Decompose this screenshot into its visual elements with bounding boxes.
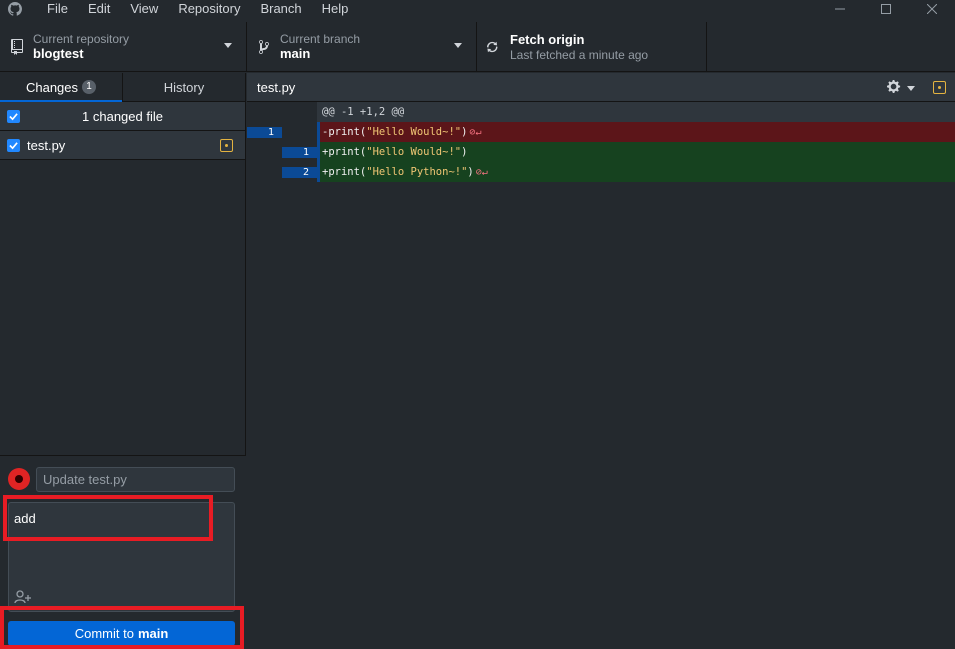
- commit-button-label: Commit to: [74, 626, 134, 641]
- diff-line-added[interactable]: 1 +print("Hello Would~!"): [247, 142, 955, 162]
- diff-header: test.py: [247, 73, 955, 102]
- fetch-subtitle: Last fetched a minute ago: [510, 48, 649, 62]
- repo-label: Current repository: [33, 32, 130, 46]
- diff-line-content: -print("Hello Would~!") ⊘↵: [317, 122, 955, 142]
- repo-name: blogtest: [33, 46, 84, 61]
- chevron-down-icon: [454, 43, 462, 48]
- commit-description-text: add: [14, 511, 36, 526]
- sidebar: Changes 1 History 1 changed file test.py…: [0, 73, 246, 649]
- fetch-origin-button[interactable]: Fetch origin Last fetched a minute ago: [477, 22, 707, 72]
- diff-panel: test.py @@ -1 +1,2 @@ 1 -print("Hello Wo…: [247, 73, 955, 649]
- menu-repository[interactable]: Repository: [168, 0, 250, 18]
- diff-hunk-header: @@ -1 +1,2 @@: [247, 102, 955, 122]
- commit-form: add Commit to main: [0, 455, 246, 649]
- no-newline-icon: ⊘↵: [475, 167, 488, 178]
- new-line-number: 1: [282, 146, 317, 158]
- tab-changes[interactable]: Changes 1: [0, 73, 122, 102]
- file-modified-icon: [933, 81, 946, 94]
- menu-edit[interactable]: Edit: [78, 0, 120, 18]
- diff-line-content: +print("Hello Would~!"): [317, 142, 955, 162]
- title-bar: File Edit View Repository Branch Help: [0, 0, 955, 18]
- commit-description-field[interactable]: add: [8, 502, 235, 612]
- no-newline-icon: ⊘↵: [469, 127, 482, 138]
- minimize-icon[interactable]: [817, 0, 863, 18]
- file-name: test.py: [27, 137, 66, 153]
- github-logo-icon: [7, 1, 23, 17]
- diff-settings-button[interactable]: [887, 79, 915, 97]
- menu-help[interactable]: Help: [312, 0, 359, 18]
- repo-icon: [9, 39, 25, 55]
- hunk-text: @@ -1 +1,2 @@: [317, 102, 955, 122]
- tab-history-label: History: [163, 79, 205, 95]
- changed-files-count: 1 changed file: [82, 108, 163, 124]
- file-row[interactable]: test.py: [0, 131, 245, 160]
- commit-button[interactable]: Commit to main: [8, 621, 235, 646]
- old-line-number: 1: [247, 126, 282, 138]
- new-line-number: 2: [282, 166, 317, 178]
- menu-file[interactable]: File: [37, 0, 78, 18]
- gear-icon: [887, 79, 902, 97]
- add-coauthor-icon[interactable]: [13, 589, 33, 605]
- tab-changes-label: Changes: [25, 79, 79, 95]
- changes-header: 1 changed file: [0, 102, 245, 131]
- tab-history[interactable]: History: [122, 73, 245, 101]
- sidebar-tabs: Changes 1 History: [0, 73, 245, 102]
- diff-body: @@ -1 +1,2 @@ 1 -print("Hello Would~!") ⊘…: [247, 102, 955, 182]
- file-modified-icon: [220, 139, 233, 152]
- diff-file-name: test.py: [257, 79, 296, 95]
- avatar: [8, 468, 30, 490]
- diff-line-added[interactable]: 2 +print("Hello Python~!") ⊘↵: [247, 162, 955, 182]
- fetch-label: Fetch origin: [510, 32, 585, 47]
- current-branch-button[interactable]: Current branch main: [247, 22, 477, 72]
- branch-label: Current branch: [280, 32, 361, 46]
- menu-view[interactable]: View: [120, 0, 168, 18]
- changes-count-badge: 1: [82, 80, 97, 94]
- diff-line-deleted[interactable]: 1 -print("Hello Would~!") ⊘↵: [247, 122, 955, 142]
- branch-icon: [256, 39, 272, 55]
- current-repository-button[interactable]: Current repository blogtest: [0, 22, 247, 72]
- diff-line-content: +print("Hello Python~!") ⊘↵: [317, 162, 955, 182]
- chevron-down-icon: [907, 85, 915, 91]
- menu-branch[interactable]: Branch: [250, 0, 311, 18]
- commit-button-branch: main: [137, 626, 169, 641]
- file-checkbox[interactable]: [7, 138, 20, 152]
- chevron-down-icon: [224, 43, 232, 48]
- branch-name: main: [280, 46, 311, 61]
- maximize-icon[interactable]: [863, 0, 909, 18]
- toolbar: Current repository blogtest Current bran…: [0, 22, 955, 72]
- select-all-checkbox[interactable]: [7, 110, 20, 123]
- sync-icon: [486, 39, 502, 55]
- commit-summary-input[interactable]: [36, 467, 235, 492]
- close-icon[interactable]: [909, 0, 955, 18]
